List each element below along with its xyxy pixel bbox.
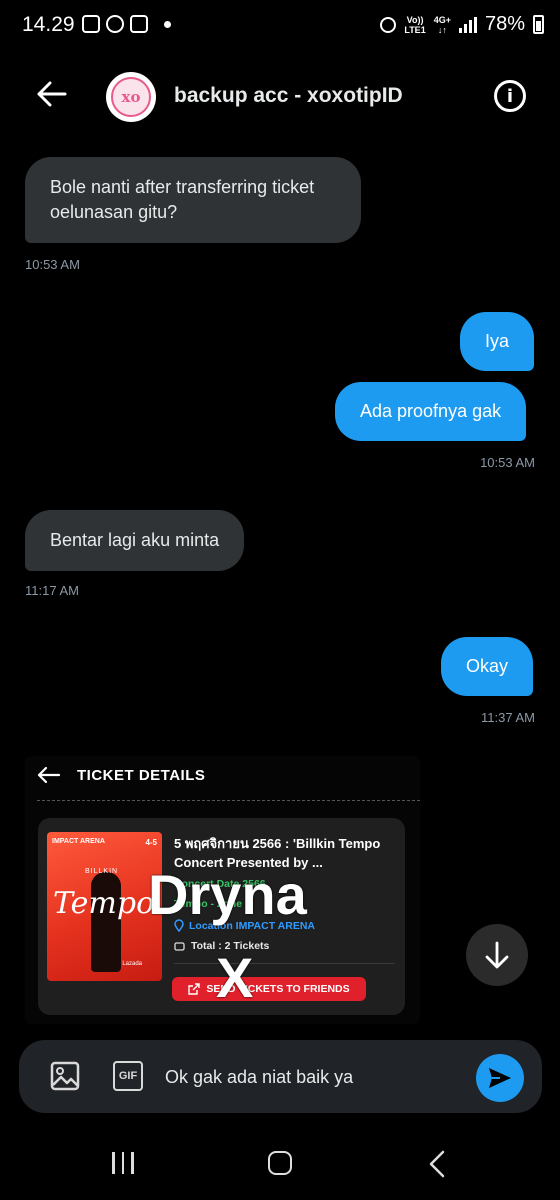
status-bar: 14.29 Vo)) LTE1 4G+ ↓↑ 78% [0,0,560,52]
volte-indicator: Vo)) LTE1 [404,14,426,35]
poster-venue: IMPACT ARENA [52,838,105,845]
send-icon [489,1068,511,1088]
battery-icon [533,15,544,34]
back-button[interactable] [34,76,70,112]
gif-button[interactable]: GIF [113,1061,143,1091]
send-button[interactable] [476,1054,524,1102]
message-outgoing[interactable]: Iya [460,312,535,371]
arrow-down-icon [485,941,509,969]
message-outgoing[interactable]: Ada proofnya gak [335,382,527,441]
message-composer: GIF [19,1040,542,1113]
message-timestamp: 10:53 AM [25,257,80,272]
ticket-back-arrow-icon [37,766,61,784]
watermark-mark: X [216,946,254,1009]
status-time: 14.29 [22,13,75,36]
message-incoming[interactable]: Bentar lagi aku minta [25,510,245,571]
poster-artist: BILLKIN [85,868,119,875]
battery-percentage: 78% [484,13,525,35]
system-status-icons: Vo)) LTE1 4G+ ↓↑ 78% [380,13,544,36]
concert-poster: IMPACT ARENA 4-5 BILLKIN Tempo Lazada [47,832,162,981]
system-navigation-bar [0,1130,560,1200]
conversation-title[interactable]: backup acc - xoxotipID [174,84,403,108]
whatsapp-notification-icon [106,15,124,33]
message-timestamp: 10:53 AM [480,455,535,470]
ticket-divider [37,800,420,801]
message-outgoing[interactable]: Okay [441,637,534,696]
system-back-icon[interactable] [428,1150,446,1178]
poster-date: 4-5 [145,838,157,847]
home-button[interactable] [268,1151,292,1175]
info-button[interactable]: i [494,80,526,112]
ticket-details-title: TICKET DETAILS [77,766,206,784]
more-notifications-icon [164,20,171,28]
avatar[interactable]: xo [106,72,156,122]
gallery-notification-icon [82,15,100,33]
send-tickets-button: SEND TICKETS TO FRIENDS [172,977,366,1001]
network-type-indicator: 4G+ ↓↑ [433,14,451,35]
poster-title: Tempo [53,886,155,921]
watermark-text: Dryna [148,863,307,926]
message-incoming[interactable]: Bole nanti after transferring ticket oel… [25,157,361,243]
avatar-logo: xo [111,77,151,117]
back-arrow-icon [37,81,67,107]
external-link-icon [188,983,201,995]
instagram-notification-icon [130,15,148,33]
conversation-header: xo backup acc - xoxotipID i [0,62,560,130]
ticket-card-divider [174,963,395,964]
notification-icons [82,15,171,33]
signal-strength-icon [458,16,477,33]
alarm-icon [380,16,397,33]
image-attach-icon[interactable] [50,1061,80,1091]
message-timestamp: 11:17 AM [25,583,79,598]
recent-apps-button[interactable] [112,1152,134,1174]
message-input[interactable] [165,1062,465,1092]
info-icon: i [506,85,514,107]
message-timestamp: 11:37 AM [481,710,535,725]
ticket-icon [174,941,185,951]
poster-brand: Lazada [122,961,142,967]
ticket-details-header: TICKET DETAILS [37,766,205,784]
scroll-to-bottom-button[interactable] [466,924,528,986]
